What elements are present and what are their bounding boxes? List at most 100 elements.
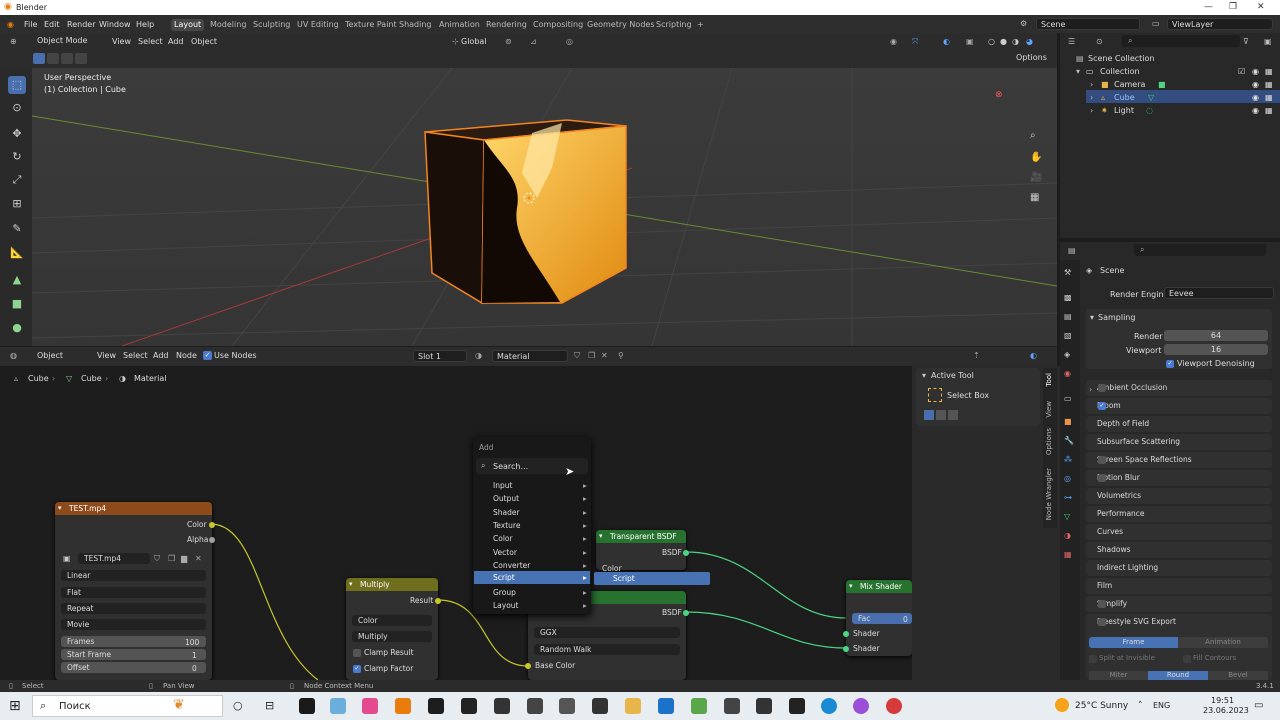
open-folder-icon[interactable]: ▆ (181, 554, 187, 563)
move-tool-icon[interactable]: ✥ (8, 125, 26, 143)
app-icon-15[interactable] (756, 698, 772, 714)
display-mode-icon[interactable]: ⊙ (1096, 37, 1103, 46)
new-collection-icon[interactable]: ▣ (1264, 37, 1272, 46)
menu-item-group[interactable]: Group ▸ (493, 588, 587, 597)
language-indicator[interactable]: ENG (1153, 701, 1170, 710)
tab-view[interactable]: View (1045, 401, 1053, 418)
alpha-output-socket[interactable] (209, 537, 215, 543)
result-output-socket[interactable] (435, 598, 441, 604)
node-editor-type-icon[interactable]: ◍ (10, 351, 17, 360)
eye-icon[interactable]: ◉ (1252, 80, 1259, 89)
file-explorer-icon[interactable] (625, 698, 641, 714)
editor-type-icon[interactable]: ⊕ (10, 37, 17, 46)
tab-scripting[interactable]: Scripting (653, 19, 695, 31)
windows-start-icon[interactable]: ⊞ (9, 698, 21, 714)
overlay-icon[interactable]: ◐ (943, 37, 950, 46)
zoom-icon[interactable]: ⌕ (1030, 130, 1036, 141)
panel-depth-of-field[interactable]: Depth of Field (1086, 416, 1272, 432)
app-icon-9[interactable] (559, 698, 575, 714)
menu-edit[interactable]: Edit (44, 20, 60, 29)
menu-item-layout[interactable]: Layout ▸ (493, 601, 587, 610)
offset-field[interactable]: Offset (61, 662, 206, 673)
chevron-right-icon[interactable]: › (1090, 93, 1093, 102)
node-menu-add[interactable]: Add (153, 351, 169, 360)
tab-node-wrangler[interactable]: Node Wrangler (1045, 468, 1053, 520)
modifier-tab-icon[interactable]: 🔧 (1064, 436, 1074, 445)
particles-tab-icon[interactable]: ⁂ (1064, 455, 1072, 464)
panel-performance[interactable]: Performance (1086, 506, 1272, 522)
app-icon-18[interactable] (853, 698, 869, 714)
duplicate-icon[interactable]: ❐ (168, 554, 175, 563)
gizmo-icon[interactable]: ⤧ (912, 37, 918, 47)
add-cube-tool-icon[interactable]: ▲ (8, 271, 26, 289)
interpolation-dropdown[interactable]: Linear (61, 570, 206, 581)
panel-curves[interactable]: Curves (1086, 524, 1272, 540)
data-type-dropdown[interactable]: Color (352, 615, 432, 626)
unreal-engine-icon[interactable] (299, 698, 315, 714)
node-menu-select[interactable]: Select (123, 351, 148, 360)
vp-menu-add[interactable]: Add (168, 37, 184, 46)
edge-icon[interactable] (821, 698, 837, 714)
chevron-right-icon[interactable]: › (1090, 106, 1093, 115)
clamp-result-checkbox[interactable] (353, 649, 361, 657)
tab-animation[interactable]: Animation (436, 19, 483, 31)
viewport-samples-field[interactable]: 16 (1164, 344, 1268, 355)
epic-games-icon[interactable] (428, 698, 444, 714)
blender-taskbar-icon[interactable] (395, 698, 411, 714)
distribution-dropdown[interactable]: GGX (534, 627, 680, 638)
menu-item-output[interactable]: Output ▸ (493, 494, 587, 503)
blend-mode-dropdown[interactable]: Multiply (352, 631, 432, 642)
proportional-edit-icon[interactable]: ◎ (566, 37, 573, 46)
app-icon-6[interactable] (461, 698, 477, 714)
snap-icon[interactable]: ⊿ (530, 37, 537, 46)
mode-sub-icon[interactable] (948, 410, 958, 420)
bsdf-output-socket[interactable] (683, 550, 689, 556)
properties-editor-icon[interactable]: ▤ (1068, 246, 1076, 255)
panel-film[interactable]: Film (1086, 578, 1272, 594)
task-view-icon[interactable]: ○ (233, 699, 243, 712)
app-icon-14[interactable] (724, 698, 740, 714)
extension-dropdown[interactable]: Repeat (61, 603, 206, 614)
tray-chevron-icon[interactable]: ˄ (1138, 701, 1143, 711)
tool-tab-icon[interactable]: ⚒ (1064, 268, 1071, 277)
view-layer-selector[interactable]: ViewLayer (1167, 18, 1273, 30)
tab-modeling[interactable]: Modeling (207, 19, 249, 31)
fake-user-icon[interactable]: ⛉ (154, 554, 160, 564)
tab-compositing[interactable]: Compositing (530, 19, 586, 31)
panel-subsurface-scattering[interactable]: Subsurface Scattering (1086, 434, 1272, 450)
freestyle-svg-checkbox[interactable] (1098, 618, 1106, 626)
simplify-checkbox[interactable] (1098, 600, 1106, 608)
collapse-icon[interactable]: ▾ (58, 504, 62, 512)
select-mode-invert-icon[interactable] (75, 53, 87, 64)
outliner-search-input[interactable] (1122, 35, 1240, 47)
outliner-item-camera[interactable]: Camera (1114, 80, 1145, 89)
menu-file[interactable]: File (24, 20, 37, 29)
duplicate-material-icon[interactable]: ❐ (588, 351, 595, 360)
menu-item-converter[interactable]: Converter ▸ (493, 561, 587, 570)
tab-rendering[interactable]: Rendering (483, 19, 530, 31)
rotate-tool-icon[interactable]: ↻ (8, 148, 26, 166)
constraints-tab-icon[interactable]: ⊶ (1064, 493, 1072, 502)
app-icon-19[interactable] (886, 698, 902, 714)
miter-button[interactable]: Miter (1089, 671, 1148, 680)
shader-input-socket-2[interactable] (843, 646, 849, 652)
data-tab-icon[interactable]: ▽ (1064, 512, 1070, 521)
tab-texture-paint[interactable]: Texture Paint (342, 19, 400, 31)
app-icon-3[interactable] (362, 698, 378, 714)
chevron-down-icon[interactable]: ▾ (1076, 67, 1080, 76)
select-mode-subtract-icon[interactable] (61, 53, 73, 64)
shading-solid-icon[interactable]: ● (1000, 37, 1007, 46)
image-name-field[interactable]: TEST.mp4 (78, 553, 150, 564)
select-mode-extend-icon[interactable] (47, 53, 59, 64)
select-mode-new-icon[interactable] (33, 53, 45, 64)
fill-contours-checkbox[interactable] (1183, 655, 1191, 663)
xray-icon[interactable]: ▣ (966, 37, 974, 46)
physics-tab-icon[interactable]: ◎ (1064, 474, 1071, 483)
node-menu-view[interactable]: View (97, 351, 116, 360)
round-button[interactable]: Round (1148, 671, 1208, 680)
shader-input-socket-1[interactable] (843, 631, 849, 637)
measure-tool-icon[interactable]: 📐 (8, 244, 26, 262)
notification-icon[interactable]: ▭ (1254, 700, 1263, 711)
chevron-right-icon[interactable]: › (1090, 80, 1093, 89)
snap-node-icon[interactable]: ⇡ (973, 351, 980, 360)
